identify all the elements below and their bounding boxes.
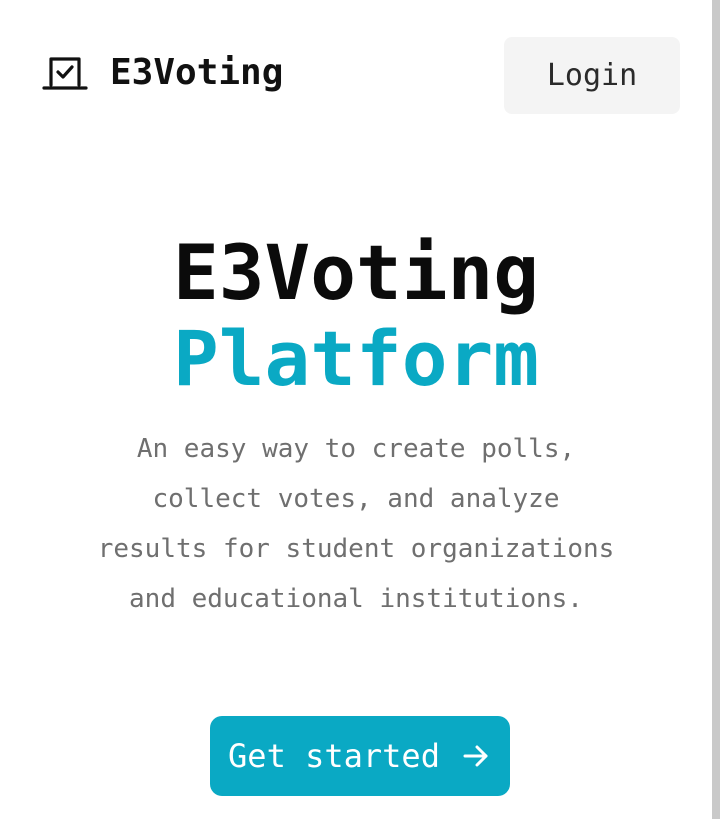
arrow-right-icon [460, 740, 492, 772]
get-started-label: Get started [228, 737, 440, 775]
login-button[interactable]: Login [504, 37, 680, 114]
get-started-button[interactable]: Get started [210, 716, 510, 796]
brand-name: E3Voting [110, 52, 284, 93]
landing-page: E3Voting Login E3Voting Platform An easy… [0, 0, 720, 819]
site-header: E3Voting Login [0, 0, 712, 150]
ballot-check-icon [42, 50, 88, 96]
page-scrollbar[interactable] [712, 0, 720, 819]
hero-section: E3Voting Platform An easy way to create … [0, 230, 712, 624]
brand-link[interactable]: E3Voting [42, 50, 283, 96]
hero-title: E3Voting [172, 228, 540, 317]
hero-description: An easy way to create polls, collect vot… [97, 434, 615, 614]
hero-accent-title: Platform [172, 314, 540, 403]
